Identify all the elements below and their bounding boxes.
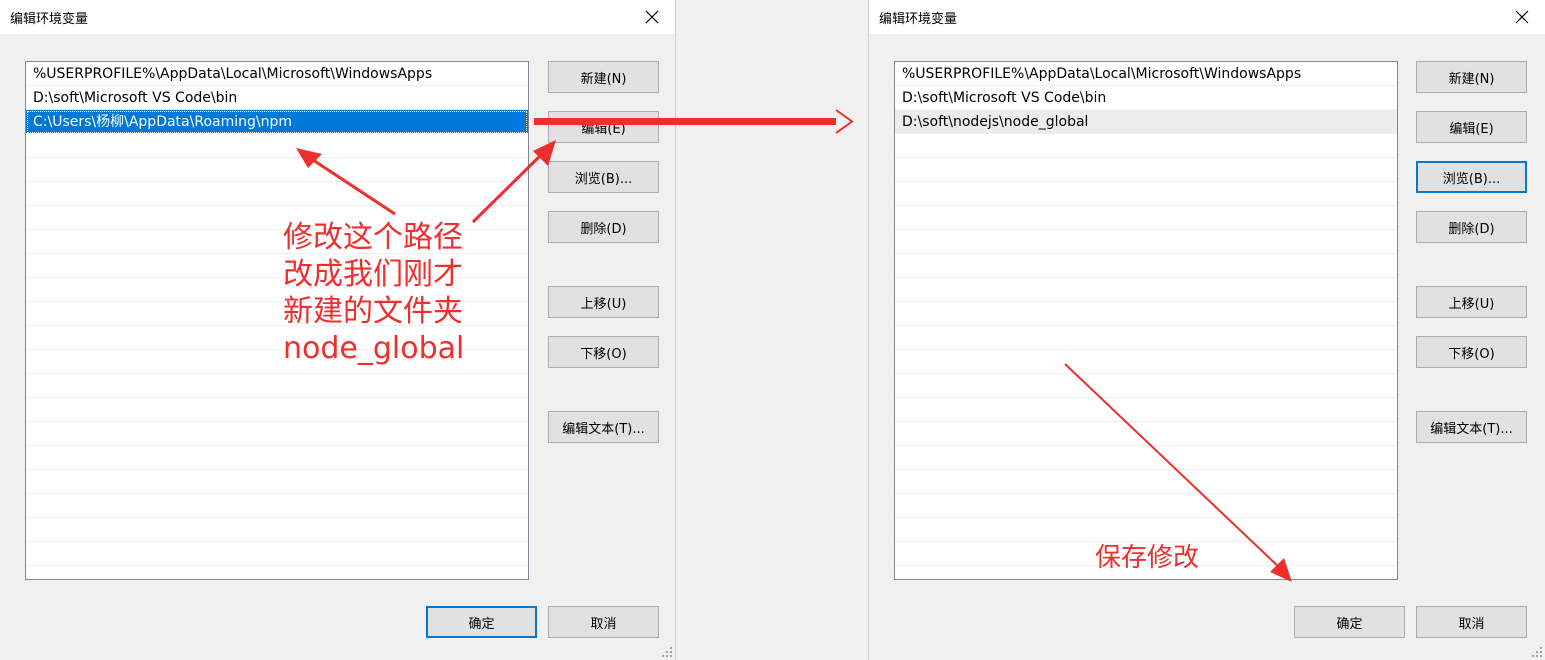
list-item-empty[interactable] xyxy=(895,470,1397,494)
close-icon xyxy=(1515,10,1529,24)
list-item-empty[interactable] xyxy=(26,422,528,446)
list-item-empty[interactable] xyxy=(895,422,1397,446)
list-item[interactable]: %USERPROFILE%\AppData\Local\Microsoft\Wi… xyxy=(895,62,1397,86)
list-item-empty[interactable] xyxy=(895,350,1397,374)
annotation-note-right: 保存修改 xyxy=(1095,543,1200,573)
ok-button[interactable]: 确定 xyxy=(1294,606,1405,638)
list-item-empty[interactable] xyxy=(26,398,528,422)
delete-button[interactable]: 删除(D) xyxy=(548,211,659,243)
cancel-button[interactable]: 取消 xyxy=(1416,606,1527,638)
resize-grip-icon[interactable] xyxy=(661,646,673,658)
list-item-empty[interactable] xyxy=(26,446,528,470)
list-item-empty[interactable] xyxy=(26,158,528,182)
list-item[interactable]: D:\soft\Microsoft VS Code\bin xyxy=(26,86,528,110)
close-button[interactable] xyxy=(1499,0,1545,34)
list-item-empty[interactable] xyxy=(895,158,1397,182)
list-item-empty[interactable] xyxy=(895,518,1397,542)
title-bar: 编辑环境变量 xyxy=(869,0,1545,34)
separator-gap xyxy=(677,0,868,660)
close-icon xyxy=(645,10,659,24)
new-button[interactable]: 新建(N) xyxy=(1416,61,1527,93)
path-list[interactable]: %USERPROFILE%\AppData\Local\Microsoft\Wi… xyxy=(894,61,1398,580)
list-item-empty[interactable] xyxy=(26,182,528,206)
browse-button[interactable]: 浏览(B)... xyxy=(1416,161,1527,193)
move-down-button[interactable]: 下移(O) xyxy=(548,336,659,368)
move-up-button[interactable]: 上移(U) xyxy=(1416,286,1527,318)
list-item-empty[interactable] xyxy=(895,374,1397,398)
list-item-empty[interactable] xyxy=(26,470,528,494)
edit-button[interactable]: 编辑(E) xyxy=(548,111,659,143)
list-item-empty[interactable] xyxy=(895,182,1397,206)
list-item-empty[interactable] xyxy=(895,302,1397,326)
list-item-empty[interactable] xyxy=(895,278,1397,302)
edit-text-button[interactable]: 编辑文本(T)... xyxy=(1416,411,1527,443)
ok-button[interactable]: 确定 xyxy=(426,606,537,638)
edit-text-button[interactable]: 编辑文本(T)... xyxy=(548,411,659,443)
delete-button[interactable]: 删除(D) xyxy=(1416,211,1527,243)
list-item-empty[interactable] xyxy=(895,134,1397,158)
cancel-button[interactable]: 取消 xyxy=(548,606,659,638)
annotation-note-left: 修改这个路径 改成我们刚才 新建的文件夹 node_global xyxy=(283,219,464,367)
resize-grip-icon[interactable] xyxy=(1531,646,1543,658)
list-item[interactable]: D:\soft\Microsoft VS Code\bin xyxy=(895,86,1397,110)
close-button[interactable] xyxy=(629,0,675,34)
annotation-line: 改成我们刚才 xyxy=(283,257,463,292)
list-item-empty[interactable] xyxy=(26,494,528,518)
annotation-line: node_global xyxy=(283,331,465,366)
list-item-selected[interactable]: C:\Users\杨柳\AppData\Roaming\npm xyxy=(26,110,528,134)
annotation-line: 新建的文件夹 xyxy=(283,294,463,329)
move-up-button[interactable]: 上移(U) xyxy=(548,286,659,318)
new-button[interactable]: 新建(N) xyxy=(548,61,659,93)
list-item-empty[interactable] xyxy=(26,542,528,566)
dialog-title: 编辑环境变量 xyxy=(879,12,958,27)
list-item-empty[interactable] xyxy=(895,254,1397,278)
list-item-empty[interactable] xyxy=(26,518,528,542)
dialog-title: 编辑环境变量 xyxy=(10,12,89,27)
list-item-selected[interactable]: D:\soft\nodejs\node_global xyxy=(895,110,1397,134)
list-item-empty[interactable] xyxy=(895,398,1397,422)
browse-button[interactable]: 浏览(B)... xyxy=(548,161,659,193)
list-item-empty[interactable] xyxy=(26,374,528,398)
move-down-button[interactable]: 下移(O) xyxy=(1416,336,1527,368)
list-item-empty[interactable] xyxy=(895,446,1397,470)
list-item-empty[interactable] xyxy=(895,206,1397,230)
edit-env-dialog-right: 编辑环境变量 %USERPROFILE%\AppData\Local\Micro… xyxy=(868,0,1545,660)
list-item-empty[interactable] xyxy=(895,230,1397,254)
list-item[interactable]: %USERPROFILE%\AppData\Local\Microsoft\Wi… xyxy=(26,62,528,86)
edit-button[interactable]: 编辑(E) xyxy=(1416,111,1527,143)
list-item-empty[interactable] xyxy=(895,494,1397,518)
title-bar: 编辑环境变量 xyxy=(0,0,675,34)
annotation-line: 修改这个路径 xyxy=(283,220,463,255)
list-item-empty[interactable] xyxy=(895,326,1397,350)
list-item-empty[interactable] xyxy=(26,134,528,158)
